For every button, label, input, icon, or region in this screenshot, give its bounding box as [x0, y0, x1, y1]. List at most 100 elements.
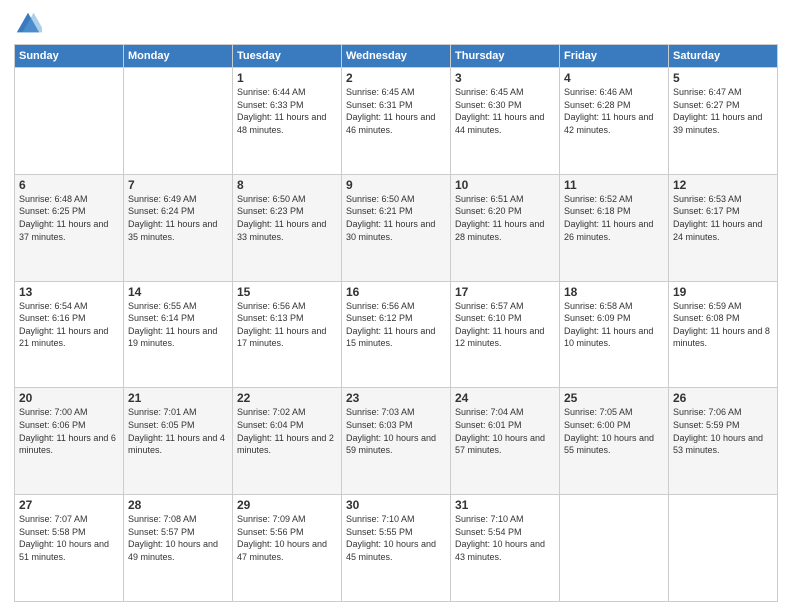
calendar-cell: 29 Sunrise: 7:09 AM Sunset: 5:56 PM Dayl…	[233, 495, 342, 602]
sunrise: Sunrise: 6:58 AM	[564, 300, 664, 313]
sunrise: Sunrise: 7:04 AM	[455, 406, 555, 419]
sunrise: Sunrise: 6:56 AM	[237, 300, 337, 313]
weekday-header-wednesday: Wednesday	[342, 45, 451, 68]
sunrise: Sunrise: 7:01 AM	[128, 406, 228, 419]
sunset: Sunset: 6:17 PM	[673, 205, 773, 218]
day-number: 18	[564, 285, 664, 299]
calendar-cell: 13 Sunrise: 6:54 AM Sunset: 6:16 PM Dayl…	[15, 281, 124, 388]
day-number: 13	[19, 285, 119, 299]
day-number: 19	[673, 285, 773, 299]
calendar-week-0: 1 Sunrise: 6:44 AM Sunset: 6:33 PM Dayli…	[15, 68, 778, 175]
day-info: Sunrise: 6:44 AM Sunset: 6:33 PM Dayligh…	[237, 86, 337, 136]
day-info: Sunrise: 7:10 AM Sunset: 5:55 PM Dayligh…	[346, 513, 446, 563]
daylight: Daylight: 11 hours and 19 minutes.	[128, 325, 228, 350]
weekday-header-friday: Friday	[560, 45, 669, 68]
daylight: Daylight: 10 hours and 45 minutes.	[346, 538, 446, 563]
day-number: 23	[346, 391, 446, 405]
daylight: Daylight: 11 hours and 26 minutes.	[564, 218, 664, 243]
daylight: Daylight: 11 hours and 28 minutes.	[455, 218, 555, 243]
sunrise: Sunrise: 6:53 AM	[673, 193, 773, 206]
sunset: Sunset: 6:13 PM	[237, 312, 337, 325]
day-info: Sunrise: 7:00 AM Sunset: 6:06 PM Dayligh…	[19, 406, 119, 456]
sunrise: Sunrise: 6:44 AM	[237, 86, 337, 99]
daylight: Daylight: 11 hours and 10 minutes.	[564, 325, 664, 350]
calendar-cell: 8 Sunrise: 6:50 AM Sunset: 6:23 PM Dayli…	[233, 174, 342, 281]
daylight: Daylight: 11 hours and 48 minutes.	[237, 111, 337, 136]
sunrise: Sunrise: 6:48 AM	[19, 193, 119, 206]
daylight: Daylight: 11 hours and 30 minutes.	[346, 218, 446, 243]
sunrise: Sunrise: 7:03 AM	[346, 406, 446, 419]
day-info: Sunrise: 7:08 AM Sunset: 5:57 PM Dayligh…	[128, 513, 228, 563]
sunrise: Sunrise: 7:02 AM	[237, 406, 337, 419]
sunset: Sunset: 6:14 PM	[128, 312, 228, 325]
calendar-cell: 31 Sunrise: 7:10 AM Sunset: 5:54 PM Dayl…	[451, 495, 560, 602]
daylight: Daylight: 11 hours and 15 minutes.	[346, 325, 446, 350]
calendar-cell: 30 Sunrise: 7:10 AM Sunset: 5:55 PM Dayl…	[342, 495, 451, 602]
daylight: Daylight: 10 hours and 57 minutes.	[455, 432, 555, 457]
day-info: Sunrise: 6:56 AM Sunset: 6:13 PM Dayligh…	[237, 300, 337, 350]
calendar-cell: 6 Sunrise: 6:48 AM Sunset: 6:25 PM Dayli…	[15, 174, 124, 281]
weekday-header-tuesday: Tuesday	[233, 45, 342, 68]
calendar-cell: 26 Sunrise: 7:06 AM Sunset: 5:59 PM Dayl…	[669, 388, 778, 495]
daylight: Daylight: 11 hours and 24 minutes.	[673, 218, 773, 243]
sunset: Sunset: 5:59 PM	[673, 419, 773, 432]
sunset: Sunset: 6:28 PM	[564, 99, 664, 112]
daylight: Daylight: 11 hours and 39 minutes.	[673, 111, 773, 136]
sunset: Sunset: 6:10 PM	[455, 312, 555, 325]
calendar-cell: 7 Sunrise: 6:49 AM Sunset: 6:24 PM Dayli…	[124, 174, 233, 281]
calendar-week-4: 27 Sunrise: 7:07 AM Sunset: 5:58 PM Dayl…	[15, 495, 778, 602]
day-number: 25	[564, 391, 664, 405]
day-number: 16	[346, 285, 446, 299]
calendar-cell: 2 Sunrise: 6:45 AM Sunset: 6:31 PM Dayli…	[342, 68, 451, 175]
day-number: 9	[346, 178, 446, 192]
day-info: Sunrise: 7:02 AM Sunset: 6:04 PM Dayligh…	[237, 406, 337, 456]
weekday-header-sunday: Sunday	[15, 45, 124, 68]
daylight: Daylight: 11 hours and 6 minutes.	[19, 432, 119, 457]
day-info: Sunrise: 6:54 AM Sunset: 6:16 PM Dayligh…	[19, 300, 119, 350]
calendar-cell	[669, 495, 778, 602]
day-number: 28	[128, 498, 228, 512]
page-container: SundayMondayTuesdayWednesdayThursdayFrid…	[0, 0, 792, 612]
day-info: Sunrise: 6:52 AM Sunset: 6:18 PM Dayligh…	[564, 193, 664, 243]
day-number: 14	[128, 285, 228, 299]
calendar-cell	[15, 68, 124, 175]
sunset: Sunset: 5:56 PM	[237, 526, 337, 539]
weekday-header-monday: Monday	[124, 45, 233, 68]
day-info: Sunrise: 7:03 AM Sunset: 6:03 PM Dayligh…	[346, 406, 446, 456]
calendar-cell: 28 Sunrise: 7:08 AM Sunset: 5:57 PM Dayl…	[124, 495, 233, 602]
daylight: Daylight: 11 hours and 2 minutes.	[237, 432, 337, 457]
sunrise: Sunrise: 6:50 AM	[346, 193, 446, 206]
sunrise: Sunrise: 7:10 AM	[346, 513, 446, 526]
day-info: Sunrise: 6:57 AM Sunset: 6:10 PM Dayligh…	[455, 300, 555, 350]
daylight: Daylight: 11 hours and 8 minutes.	[673, 325, 773, 350]
sunrise: Sunrise: 6:45 AM	[346, 86, 446, 99]
day-number: 20	[19, 391, 119, 405]
sunrise: Sunrise: 6:55 AM	[128, 300, 228, 313]
calendar-cell	[124, 68, 233, 175]
logo-icon	[14, 10, 42, 38]
day-info: Sunrise: 6:46 AM Sunset: 6:28 PM Dayligh…	[564, 86, 664, 136]
daylight: Daylight: 10 hours and 53 minutes.	[673, 432, 773, 457]
daylight: Daylight: 11 hours and 33 minutes.	[237, 218, 337, 243]
sunrise: Sunrise: 7:07 AM	[19, 513, 119, 526]
day-number: 24	[455, 391, 555, 405]
sunset: Sunset: 6:08 PM	[673, 312, 773, 325]
calendar-cell: 21 Sunrise: 7:01 AM Sunset: 6:05 PM Dayl…	[124, 388, 233, 495]
daylight: Daylight: 11 hours and 42 minutes.	[564, 111, 664, 136]
sunset: Sunset: 6:12 PM	[346, 312, 446, 325]
day-info: Sunrise: 7:10 AM Sunset: 5:54 PM Dayligh…	[455, 513, 555, 563]
sunset: Sunset: 6:24 PM	[128, 205, 228, 218]
calendar-cell: 18 Sunrise: 6:58 AM Sunset: 6:09 PM Dayl…	[560, 281, 669, 388]
day-number: 11	[564, 178, 664, 192]
sunset: Sunset: 6:27 PM	[673, 99, 773, 112]
day-info: Sunrise: 6:59 AM Sunset: 6:08 PM Dayligh…	[673, 300, 773, 350]
calendar-cell	[560, 495, 669, 602]
sunset: Sunset: 6:04 PM	[237, 419, 337, 432]
day-number: 2	[346, 71, 446, 85]
sunset: Sunset: 6:01 PM	[455, 419, 555, 432]
daylight: Daylight: 11 hours and 12 minutes.	[455, 325, 555, 350]
sunset: Sunset: 5:54 PM	[455, 526, 555, 539]
calendar-cell: 20 Sunrise: 7:00 AM Sunset: 6:06 PM Dayl…	[15, 388, 124, 495]
calendar-cell: 25 Sunrise: 7:05 AM Sunset: 6:00 PM Dayl…	[560, 388, 669, 495]
day-info: Sunrise: 6:58 AM Sunset: 6:09 PM Dayligh…	[564, 300, 664, 350]
